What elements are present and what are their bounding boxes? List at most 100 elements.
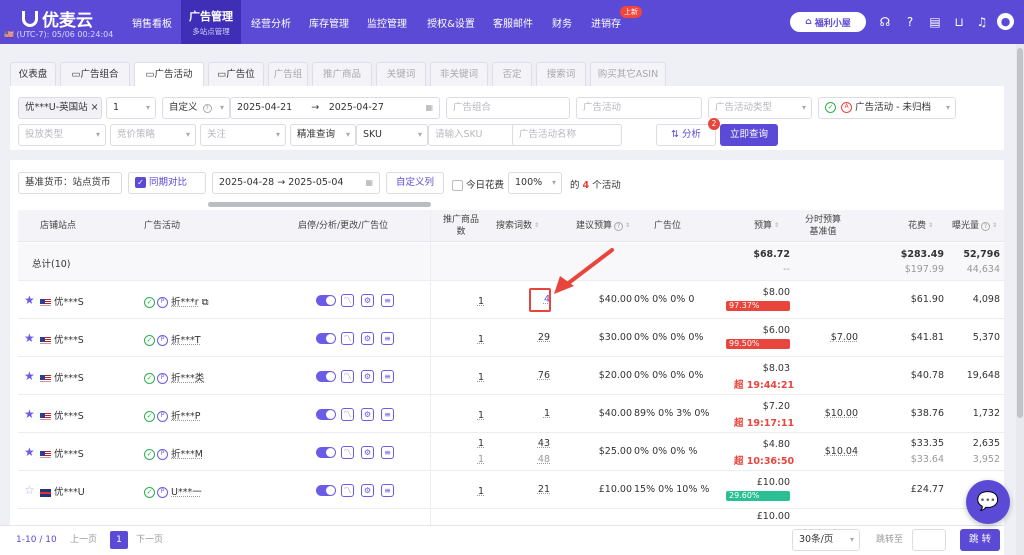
cart-icon[interactable]: ⊔ (952, 15, 966, 29)
campaign-cell[interactable]: ✓ P 折***M (144, 446, 203, 460)
products-cell[interactable]: 1 (438, 372, 484, 383)
document-icon[interactable]: ▤ (928, 15, 942, 29)
custom-columns-button[interactable]: 自定义列 (386, 172, 444, 194)
compare-toggle[interactable]: ✓ 同期对比 (128, 172, 206, 194)
search-terms-cell[interactable]: 43 (498, 438, 550, 449)
nav-authorization-settings[interactable]: 授权&设置 (418, 0, 484, 44)
scrollbar-thumb[interactable] (1017, 48, 1023, 418)
col-budget[interactable]: 预算 ⇕ (754, 210, 779, 242)
budget-cell[interactable]: $7.20 (728, 401, 790, 412)
campaign-name-input[interactable]: 广告活动名称 (512, 124, 622, 146)
placement-doc-icon[interactable]: ≡ (381, 332, 394, 345)
campaign-cell[interactable]: ✓ P 折***r ⧉ (144, 294, 209, 308)
analyze-chart-icon[interactable]: 〽 (341, 332, 354, 345)
col-impressions[interactable]: 曝光量? ⇕ (952, 210, 997, 242)
budget-cell[interactable]: £10.00 (728, 511, 790, 522)
products-cell[interactable]: 1 (438, 296, 484, 307)
search-terms-cell[interactable]: 21 (498, 484, 550, 495)
col-campaign[interactable]: 广告活动 (144, 210, 180, 242)
bid-strategy-select[interactable]: 竞价策略 ▾ (110, 124, 196, 146)
store-count[interactable]: 1 ▾ (106, 97, 156, 119)
analyze-button[interactable]: ⇅ 分析 (656, 124, 716, 146)
help-icon[interactable]: ? (903, 15, 917, 29)
star-outline-icon[interactable]: ☆ (24, 483, 35, 497)
placement-doc-icon[interactable]: ≡ (381, 484, 394, 497)
search-terms-cell[interactable]: 76 (498, 370, 550, 381)
nav-business-analysis[interactable]: 经营分析 (244, 0, 298, 44)
tab-dashboard[interactable]: 仪表盘 (10, 62, 56, 86)
headset-icon[interactable]: ☊ (878, 15, 892, 29)
budget-cell[interactable]: $8.00 (728, 287, 790, 298)
jump-button[interactable]: 跳 转 (960, 529, 1000, 551)
tab-other-asin[interactable]: 购买其它ASIN (590, 62, 666, 86)
horizontal-scrollbar[interactable] (208, 202, 431, 207)
tab-ad-group[interactable]: 广告组 (268, 62, 308, 86)
campaign-cell[interactable]: ✓ P U***一 (144, 484, 202, 498)
placement-doc-icon[interactable]: ≡ (381, 294, 394, 307)
settings-gear-icon[interactable]: ⚙ (361, 294, 374, 307)
table-row[interactable]: ☆ 优***U ✓ P U***一 〽 ⚙ ≡ 1 21 £10.00 15% 0… (18, 472, 1004, 509)
nav-sales-dashboard[interactable]: 销售看板 (124, 0, 180, 44)
placement-doc-icon[interactable]: ≡ (381, 446, 394, 459)
analyze-chart-icon[interactable]: 〽 (341, 370, 354, 383)
col-search-terms[interactable]: 搜索词数 ⇕ (496, 210, 539, 242)
sku-field-select[interactable]: SKU ▾ (356, 124, 428, 146)
campaign-type-select[interactable]: 广告活动类型 ▾ (708, 97, 812, 119)
settings-gear-icon[interactable]: ⚙ (361, 370, 374, 383)
col-suggest-budget[interactable]: 建议预算? ⇕ (576, 210, 630, 242)
table-row[interactable]: ★ 优***S ✓ P 折***类 〽 ⚙ ≡ 1 76 $20.00 0% 0%… (18, 358, 1004, 395)
campaign-cell[interactable]: ✓ P 折***P (144, 408, 201, 422)
compare-date-range[interactable]: 2025-04-28 → 2025-05-04 ▦ (212, 172, 380, 194)
settings-gear-icon[interactable]: ⚙ (361, 446, 374, 459)
star-filled-icon[interactable]: ★ (24, 445, 35, 459)
currency-select[interactable]: 基准货币：站点货币 (18, 172, 122, 194)
welfare-button[interactable]: ⌂ 福利小屋 (790, 12, 866, 32)
placement-doc-icon[interactable]: ≡ (381, 408, 394, 421)
next-page-button[interactable]: 下一页 (136, 531, 163, 549)
follow-select[interactable]: 关注 ▾ (200, 124, 286, 146)
settings-gear-icon[interactable]: ⚙ (361, 408, 374, 421)
budget-cell[interactable]: $4.80 (728, 439, 790, 450)
enable-toggle[interactable] (316, 485, 336, 496)
campaign-status-select[interactable]: ✓ A 广告活动 - 未归档 ▾ (818, 97, 956, 119)
page-size-select[interactable]: 30条/页 ▾ (792, 529, 860, 551)
table-row[interactable]: ★ 优***S ✓ P 折***M 〽 ⚙ ≡ 1 1 43 48 $25.00 … (18, 434, 1004, 471)
placement-doc-icon[interactable]: ≡ (381, 370, 394, 383)
placement-type-select[interactable]: 投放类型 ▾ (18, 124, 106, 146)
col-store[interactable]: 店铺站点 (40, 210, 76, 242)
budget-cell[interactable]: $6.00 (728, 325, 790, 336)
percent-select[interactable]: 100% ▾ (508, 172, 562, 194)
today-spend-toggle[interactable]: 今日花费 (452, 177, 504, 191)
user-avatar[interactable]: ● (997, 13, 1014, 30)
analyze-chart-icon[interactable]: 〽 (341, 408, 354, 421)
products-cell[interactable]: 1 (438, 438, 484, 449)
sku-input[interactable]: 请输入SKU (428, 124, 518, 146)
campaign-cell[interactable]: ✓ P 折***类 (144, 370, 204, 384)
bell-icon[interactable]: ♫ (975, 15, 989, 29)
campaign-select[interactable]: 广告活动 (576, 97, 702, 119)
analyze-chart-icon[interactable]: 〽 (341, 484, 354, 497)
tab-ad-portfolio[interactable]: ▭广告组合 (60, 62, 130, 86)
date-range-picker[interactable]: 2025-04-21 → 2025-04-27 ▦ (230, 97, 440, 119)
table-row[interactable]: ★ 优***S ✓ P 折***T 〽 ⚙ ≡ 1 29 $30.00 0% 0%… (18, 320, 1004, 357)
copy-icon[interactable]: ⧉ (202, 297, 209, 308)
query-button[interactable]: 立即查询 (720, 124, 778, 146)
budget-cell[interactable]: £10.00 (728, 477, 790, 488)
enable-toggle[interactable] (316, 447, 336, 458)
nav-finance[interactable]: 财务 (544, 0, 580, 44)
tab-negative[interactable]: 否定 (492, 62, 532, 86)
jump-page-input[interactable] (912, 529, 946, 551)
search-terms-cell[interactable]: 29 (498, 332, 550, 343)
products-cell[interactable]: 1 (438, 410, 484, 421)
tab-non-keywords[interactable]: 非关键词 (430, 62, 488, 86)
nav-monitoring[interactable]: 监控管理 (360, 0, 414, 44)
star-filled-icon[interactable]: ★ (24, 293, 35, 307)
analyze-chart-icon[interactable]: 〽 (341, 446, 354, 459)
table-row[interactable]: £10.00 (18, 510, 1004, 525)
tab-ad-campaigns[interactable]: ▭广告活动 (134, 62, 204, 86)
products-cell[interactable]: 1 (438, 486, 484, 497)
tab-keywords[interactable]: 关键词 (376, 62, 426, 86)
analyze-chart-icon[interactable]: 〽 (341, 294, 354, 307)
col-products[interactable]: 推广商品数 (438, 210, 484, 242)
star-filled-icon[interactable]: ★ (24, 331, 35, 345)
